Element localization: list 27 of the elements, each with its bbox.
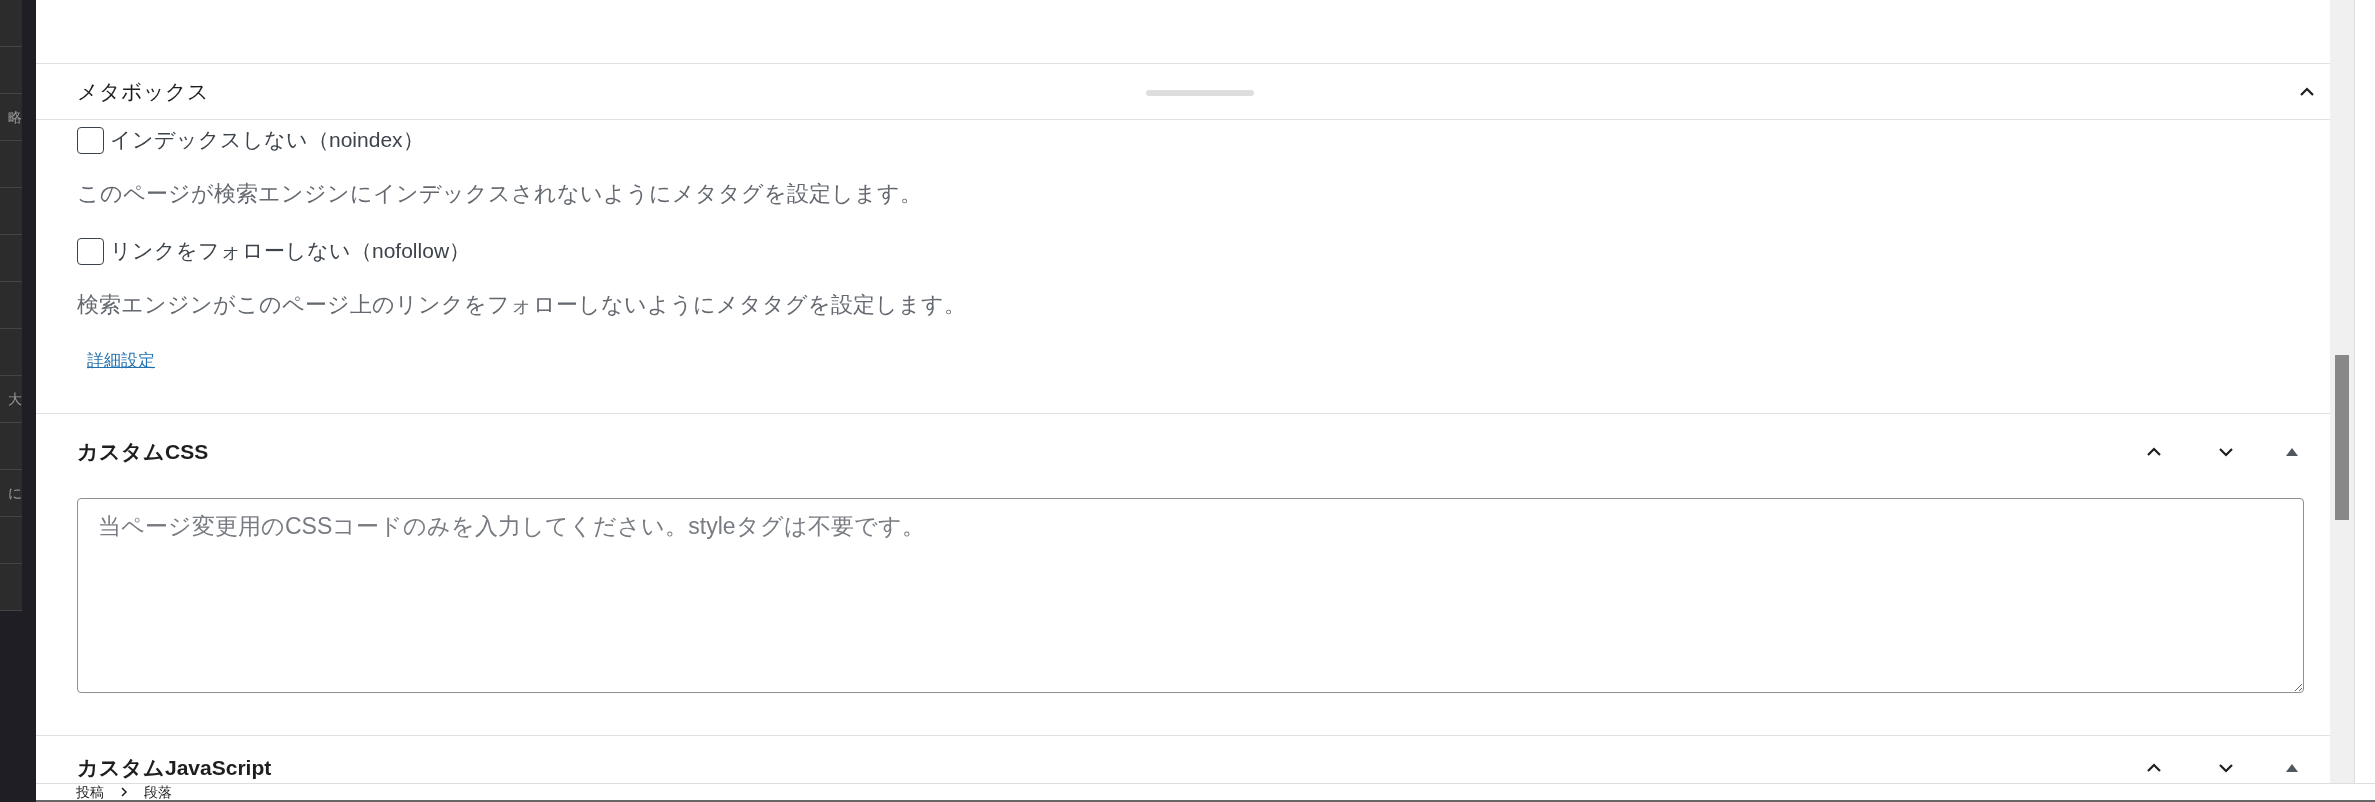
breadcrumb-separator-icon [120, 787, 128, 797]
breadcrumb-link[interactable]: 投稿 [76, 784, 104, 800]
sidebar-item[interactable]: 略 [8, 106, 22, 128]
css-input-field[interactable]: 当ページ変更用のCSSコードのみを入力してください。styleタグは不要です。 [77, 498, 2304, 693]
triangle-up-icon [2285, 447, 2299, 457]
advanced-settings-link[interactable]: 詳細設定 [87, 351, 155, 371]
panel-title: カスタムCSS [77, 439, 209, 466]
checkbox[interactable] [77, 237, 104, 265]
chevron-down-icon [2218, 763, 2234, 773]
checkbox-label: インデックスしない（noindex） [110, 127, 424, 154]
breadcrumb-link[interactable]: 段落 [144, 784, 172, 800]
triangle-up-icon [2285, 763, 2299, 773]
sidebar-item[interactable]: に [8, 482, 22, 504]
sidebar-item[interactable]: 大 [8, 388, 22, 410]
metabox-title: メタボックス [77, 78, 209, 105]
panel-title: カスタムJavaScript [77, 755, 272, 782]
drag-handle[interactable] [1146, 90, 1254, 96]
checkbox-label: リンクをフォローしない（nofollow） [110, 238, 471, 265]
scrollbar[interactable] [2330, 0, 2355, 783]
chevron-up-icon [2146, 447, 2162, 457]
option-description: このページが検索エンジンにインデックスされないようにメタタグを設定します。 [77, 180, 923, 208]
chevron-up-icon [2146, 763, 2162, 773]
chevron-up-icon [2299, 86, 2315, 97]
checkbox[interactable] [77, 126, 104, 154]
option-description: 検索エンジンがこのページ上のリンクをフォローしないようにメタタグを設定します。 [77, 291, 967, 319]
scrollbar-thumb[interactable] [2335, 355, 2349, 520]
chevron-down-icon [2218, 447, 2234, 457]
